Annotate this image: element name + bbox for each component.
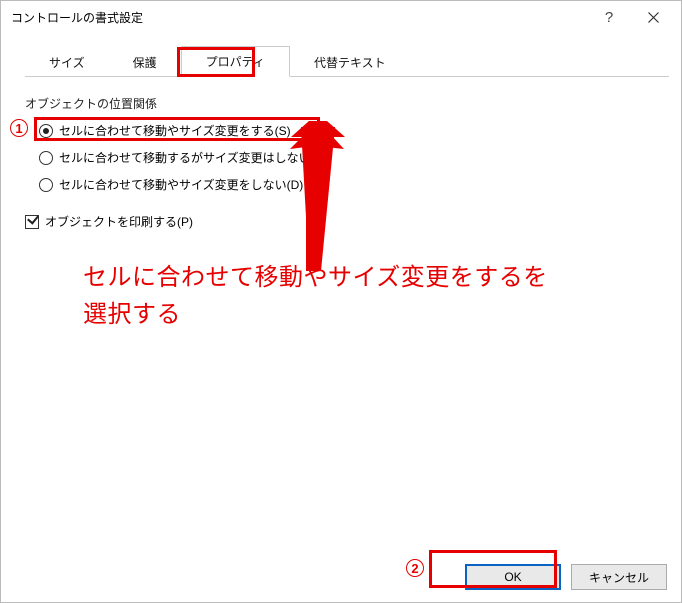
radio-move-and-size[interactable]: セルに合わせて移動やサイズ変更をする(S) [39, 122, 657, 139]
button-bar: OK キャンセル [465, 564, 667, 590]
radio-icon [39, 151, 53, 165]
dialog-window: コントロールの書式設定 ? サイズ 保護 プロパティ 代替テキスト オブジェクト… [0, 0, 682, 603]
help-button[interactable]: ? [587, 2, 631, 32]
close-button[interactable] [631, 2, 675, 32]
radio-label: セルに合わせて移動するがサイズ変更はしない(M) [59, 149, 329, 166]
radio-label: セルに合わせて移動やサイズ変更をする(S) [59, 122, 291, 139]
close-icon [648, 12, 659, 23]
tabstrip: サイズ 保護 プロパティ 代替テキスト [25, 45, 669, 77]
checkbox-label: オブジェクトを印刷する(P) [45, 213, 193, 230]
annotation-number-1: 1 [10, 119, 30, 139]
radio-icon [39, 178, 53, 192]
annotation-number-2: 2 [406, 559, 426, 579]
radio-icon [39, 124, 53, 138]
tab-properties[interactable]: プロパティ [181, 46, 290, 77]
position-section-label: オブジェクトの位置関係 [25, 95, 657, 112]
checkbox-icon [25, 215, 39, 229]
titlebar: コントロールの書式設定 ? [1, 1, 681, 33]
tab-size[interactable]: サイズ [25, 48, 109, 77]
cancel-button[interactable]: キャンセル [571, 564, 667, 590]
radio-no-move-no-size[interactable]: セルに合わせて移動やサイズ変更をしない(D) [39, 176, 657, 193]
tab-protection[interactable]: 保護 [109, 48, 181, 77]
ok-button[interactable]: OK [465, 564, 561, 590]
radio-move-only[interactable]: セルに合わせて移動するがサイズ変更はしない(M) [39, 149, 657, 166]
radio-label: セルに合わせて移動やサイズ変更をしない(D) [59, 176, 303, 193]
dialog-title: コントロールの書式設定 [11, 9, 587, 26]
annotation-text: セルに合わせて移動やサイズ変更をするを 選択する [83, 259, 548, 333]
tab-alt-text[interactable]: 代替テキスト [290, 48, 410, 77]
checkbox-print-object[interactable]: オブジェクトを印刷する(P) [25, 213, 657, 230]
properties-panel: オブジェクトの位置関係 セルに合わせて移動やサイズ変更をする(S) セルに合わせ… [1, 77, 681, 252]
